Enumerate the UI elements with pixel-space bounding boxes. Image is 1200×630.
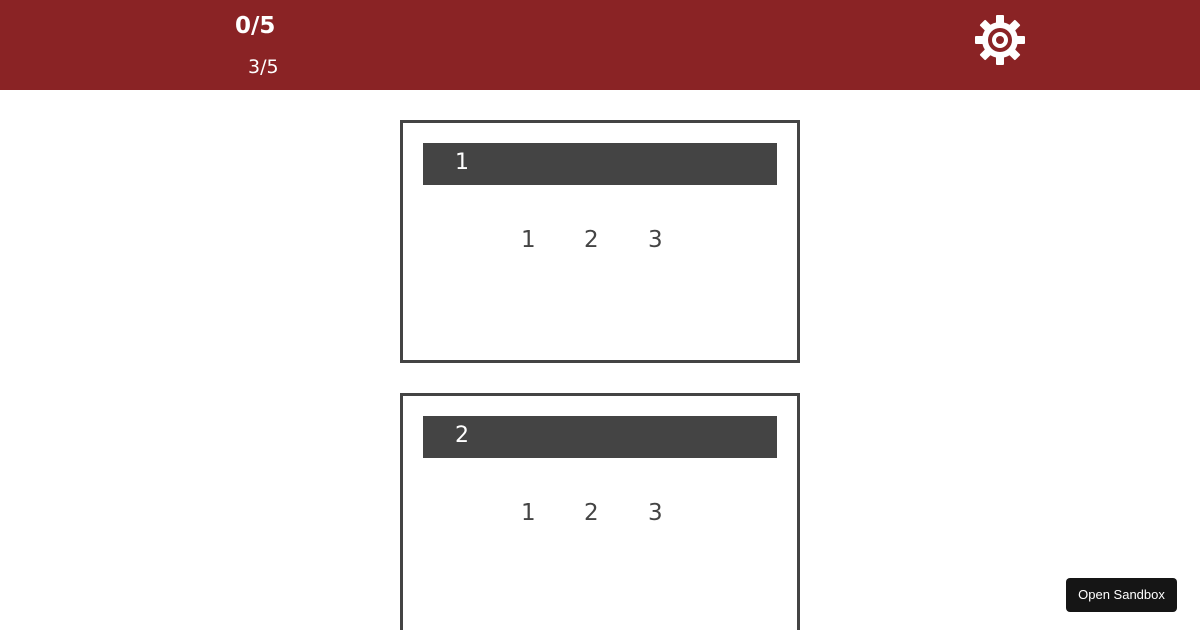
gear-icon <box>975 15 1025 65</box>
question-card-1-label: 1 <box>455 150 469 175</box>
question-card-1-choices: 1 2 3 <box>403 223 797 257</box>
question-card-2: 2 1 2 3 <box>400 393 800 630</box>
card-2-choice-2[interactable]: 2 <box>584 496 599 530</box>
question-card-1: 1 1 2 3 <box>400 120 800 363</box>
primary-score: 0/5 <box>235 13 276 39</box>
card-2-choice-3[interactable]: 3 <box>648 496 663 530</box>
top-bar: 0/5 3/5 <box>0 0 1200 90</box>
card-2-choice-1[interactable]: 1 <box>521 496 536 530</box>
card-1-choice-1[interactable]: 1 <box>521 223 536 257</box>
open-sandbox-button[interactable]: Open Sandbox <box>1066 578 1177 612</box>
question-card-1-header: 1 <box>423 143 777 185</box>
secondary-score: 3/5 <box>248 56 279 78</box>
question-card-2-label: 2 <box>455 423 469 448</box>
card-1-choice-3[interactable]: 3 <box>648 223 663 257</box>
question-card-2-header: 2 <box>423 416 777 458</box>
card-1-choice-2[interactable]: 2 <box>584 223 599 257</box>
settings-button[interactable] <box>972 12 1028 68</box>
question-card-2-choices: 1 2 3 <box>403 496 797 530</box>
quiz-page: 0/5 3/5 1 1 2 3 2 1 2 3 Open Sandbox <box>0 0 1200 630</box>
